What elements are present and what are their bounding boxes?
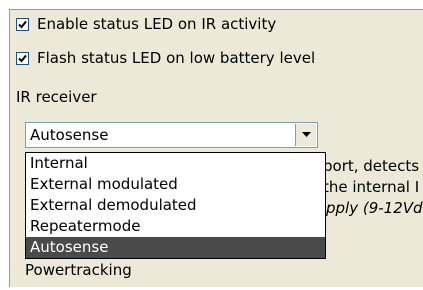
dropdown-button[interactable] — [295, 124, 316, 146]
dropdown-option-highlighted[interactable]: Autosense — [26, 237, 325, 258]
enable-status-led-checkbox[interactable] — [16, 17, 29, 31]
dropdown-option[interactable]: External demodulated — [26, 195, 325, 216]
obscured-text-line: port, detects — [323, 157, 420, 175]
dropdown-option[interactable]: Internal — [26, 153, 325, 174]
dropdown-option[interactable]: Repeatermode — [26, 216, 325, 237]
obscured-text-line: the internal I — [323, 178, 420, 196]
ir-receiver-dropdown-list: Internal External modulated External dem… — [25, 152, 326, 259]
flash-status-led-label: Flash status LED on low battery level — [37, 49, 316, 67]
obscured-text-line: pply (9-12Vd — [326, 199, 423, 217]
checkmark-icon — [18, 20, 27, 28]
enable-status-led-option[interactable]: Enable status LED on IR activity — [10, 15, 276, 33]
chevron-down-icon — [301, 132, 311, 137]
ir-receiver-section-label: IR receiver — [16, 88, 97, 106]
settings-panel: Enable status LED on IR activity Flash s… — [9, 9, 423, 287]
ir-receiver-selected-value: Autosense — [30, 126, 109, 144]
checkmark-icon — [18, 54, 27, 62]
flash-status-led-checkbox[interactable] — [16, 51, 29, 65]
dropdown-option[interactable]: External modulated — [26, 174, 325, 195]
enable-status-led-label: Enable status LED on IR activity — [37, 15, 277, 33]
flash-status-led-option[interactable]: Flash status LED on low battery level — [10, 49, 315, 67]
ir-receiver-select[interactable]: Autosense — [25, 122, 318, 148]
obscured-text-line: Powertracking — [25, 261, 132, 279]
